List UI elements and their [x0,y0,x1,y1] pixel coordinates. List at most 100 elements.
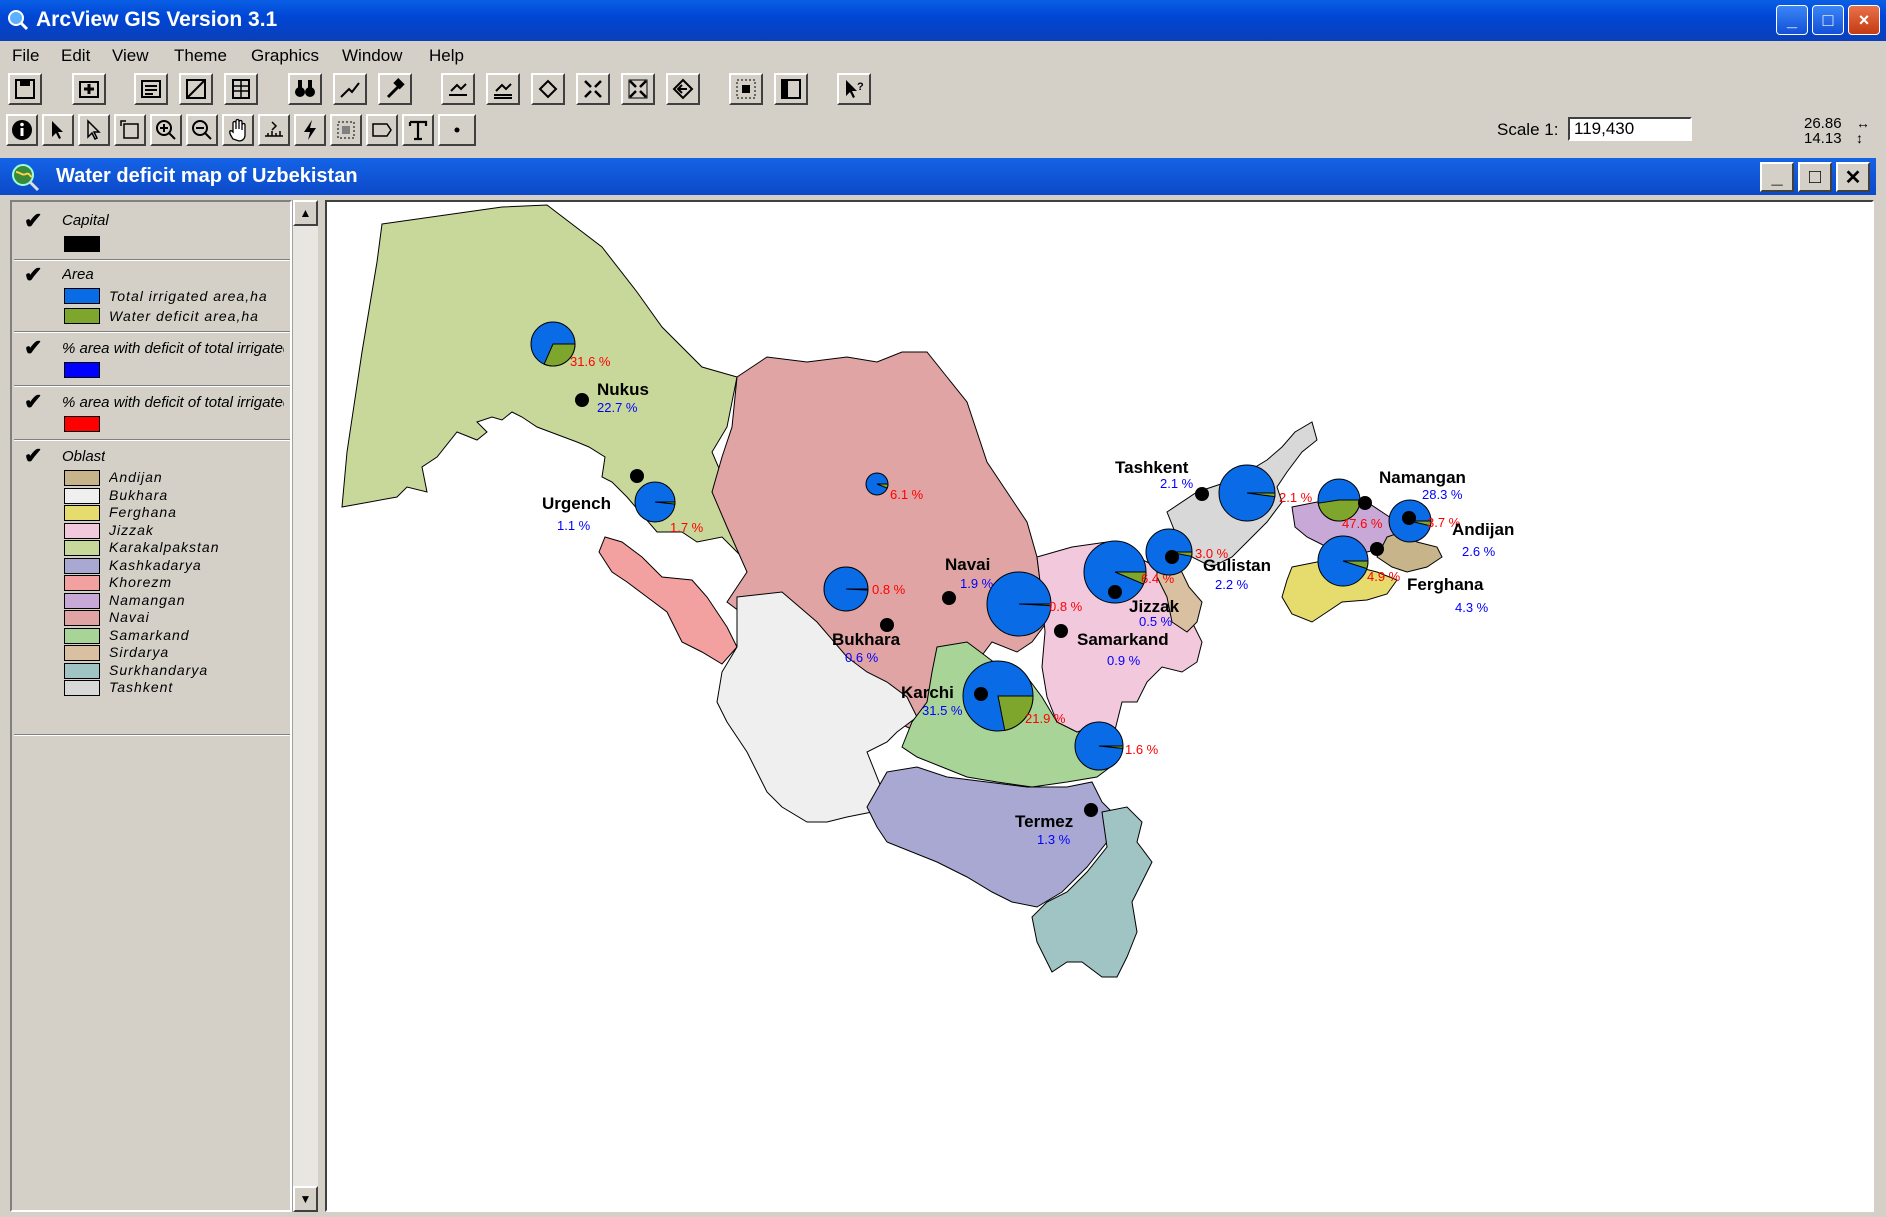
save-project-button[interactable] [8,73,42,105]
pie-chart[interactable]: 1.6 % [1074,721,1159,771]
pie-deficit-pct: 0.8 % [1049,599,1083,614]
view-maximize-button[interactable]: □ [1798,162,1832,192]
draw-point-tool[interactable] [438,114,476,146]
identify-tool[interactable] [6,114,38,146]
label-tool[interactable] [366,114,398,146]
theme-name-area[interactable]: Area [62,266,94,283]
capital-point[interactable] [1195,487,1209,501]
scale-input[interactable] [1568,117,1692,141]
tool-bar: Scale 1: 26.86 14.13 ↔ ↕ [0,112,1886,150]
zoom-previous-button[interactable] [666,73,700,105]
capital-point[interactable] [1402,511,1416,525]
pie-deficit-pct: 2.1 % [1279,490,1313,505]
menu-theme[interactable]: Theme [174,46,227,66]
theme-properties-button[interactable] [134,73,168,105]
capital-point[interactable] [630,469,644,483]
menu-help[interactable]: Help [429,46,464,66]
map-canvas[interactable]: 31.6 %1.7 %6.1 %0.8 %0.8 %21.9 %1.6 %6.4… [327,202,1872,1210]
pan-tool[interactable] [222,114,254,146]
add-theme-button[interactable] [72,73,106,105]
horizontal-arrow-icon: ↔ [1856,115,1870,131]
theme-name-pct-red[interactable]: % area with deficit of total irrigated [62,394,284,411]
theme-name-capital[interactable]: Capital [62,212,109,229]
select-feature-tool[interactable] [114,114,146,146]
city-pct-label: 22.7 % [597,400,638,415]
menu-file[interactable]: File [12,46,39,66]
oblast-legend-label: Samarkand [109,626,190,643]
city-pct-label: 2.6 % [1462,544,1496,559]
locate-address-button[interactable] [333,73,367,105]
vertex-edit-tool[interactable] [78,114,110,146]
oblast-swatch [64,645,100,661]
region-khorezm[interactable] [598,536,738,665]
area-of-interest-tool[interactable] [330,114,362,146]
city-pct-label: 1.1 % [557,518,591,533]
zoom-in-button[interactable] [576,73,610,105]
floppy-icon [15,79,35,99]
city-name-label: Gulistan [1203,556,1271,575]
zoom-to-full-extent-button[interactable] [441,73,475,105]
coord-y: 14.13 [1804,130,1842,147]
zoom-to-selected-button[interactable] [531,73,565,105]
legend-label: Water deficit area,ha [109,308,259,324]
zoom-to-active-themes-button[interactable] [486,73,520,105]
capital-point[interactable] [1108,585,1122,599]
theme-visible-checkbox[interactable]: ✔ [24,262,42,288]
city-name-label: Navai [945,555,990,574]
edit-legend-button[interactable] [179,73,213,105]
find-button[interactable] [288,73,322,105]
capital-point[interactable] [974,687,988,701]
view-title: Water deficit map of Uzbekistan [56,165,358,187]
capital-point[interactable] [1370,542,1384,556]
info-icon [12,120,32,140]
text-tool[interactable] [402,114,434,146]
capital-point[interactable] [942,591,956,605]
theme-name-oblast[interactable]: Oblast [62,448,105,465]
theme-visible-checkbox[interactable]: ✔ [24,208,42,234]
oblast-legend-label: Sirdarya [109,644,170,660]
view-globe-icon [12,164,40,192]
view-minimize-button[interactable]: _ [1760,162,1794,192]
capital-point[interactable] [575,393,589,407]
measure-tool[interactable] [258,114,290,146]
toc-scrollbar[interactable]: ▲ ▼ [292,200,318,1212]
city-name-label: Namangan [1379,468,1466,487]
pct-blue-swatch [64,362,100,378]
open-table-button[interactable] [224,73,258,105]
zoom-out-button[interactable] [621,73,655,105]
close-button[interactable]: × [1848,5,1880,35]
clear-selection-button[interactable] [774,73,808,105]
zoom-out-tool[interactable] [186,114,218,146]
help-button[interactable]: ? [837,73,871,105]
menu-view[interactable]: View [112,46,149,66]
pie-deficit-pct: 4.9 % [1367,569,1401,584]
pointer-arrow-icon [52,121,63,139]
map-display[interactable]: 31.6 % 1.7 % 6.1 % 0.8 % 0.8 % 21.9 % 1.6 % 6.4… [325,200,1874,1212]
menu-graphics[interactable]: Graphics [251,46,319,66]
hotlink-tool[interactable] [294,114,326,146]
scroll-up-button[interactable]: ▲ [293,200,318,226]
pie-deficit-pct: 1.6 % [1125,742,1159,757]
zoom-in-tool[interactable] [150,114,182,146]
theme-visible-checkbox[interactable]: ✔ [24,335,42,361]
theme-name-pct-blue[interactable]: % area with deficit of total irrigated [62,340,284,357]
query-builder-button[interactable] [378,73,412,105]
capital-point[interactable] [1054,624,1068,638]
capital-point[interactable] [1358,496,1372,510]
maximize-button[interactable]: □ [1812,5,1844,35]
capital-point[interactable] [1084,803,1098,817]
city-pct-label: 28.3 % [1422,487,1463,502]
select-graphics-button[interactable] [729,73,763,105]
oblast-legend-label: Ferghana [109,504,177,520]
pointer-tool[interactable] [42,114,74,146]
oblast-legend-label: Karakalpakstan [109,539,220,555]
pie-chart[interactable]: 3.7 % [1388,499,1461,543]
theme-visible-checkbox[interactable]: ✔ [24,389,42,415]
menu-window[interactable]: Window [342,46,402,66]
capital-point[interactable] [1165,550,1179,564]
view-close-button[interactable]: ✕ [1836,162,1870,192]
minimize-button[interactable]: _ [1776,5,1808,35]
menu-edit[interactable]: Edit [61,46,90,66]
scroll-down-button[interactable]: ▼ [293,1186,318,1212]
theme-visible-checkbox[interactable]: ✔ [24,443,42,469]
